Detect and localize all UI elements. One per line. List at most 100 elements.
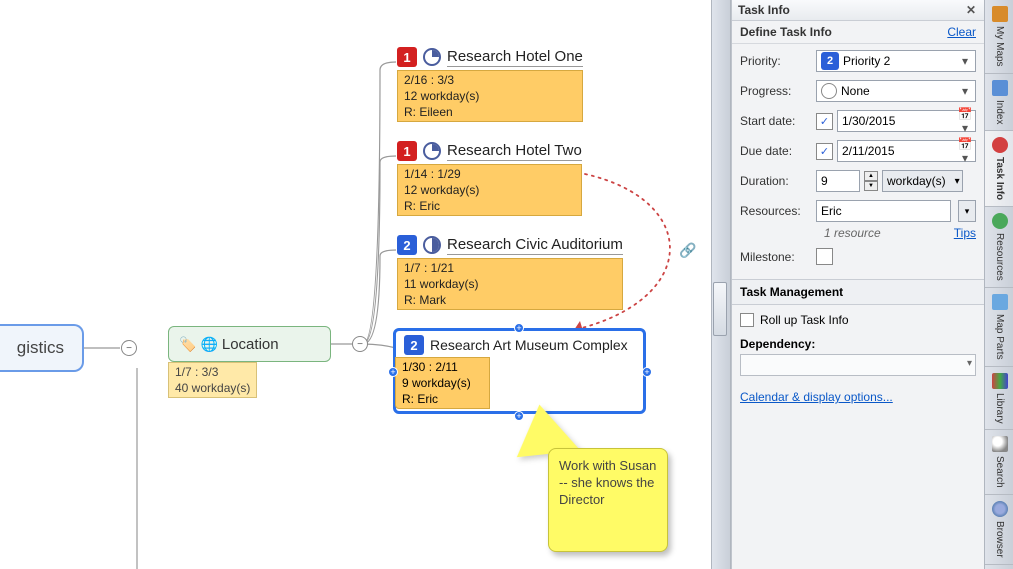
tab-label: Browser: [994, 521, 1005, 558]
clear-link[interactable]: Clear: [947, 25, 976, 39]
root-workdays: 40 workday(s): [175, 380, 250, 396]
root-label: gistics: [17, 338, 64, 358]
progress-label: Progress:: [740, 84, 816, 98]
task-workdays: 12 workday(s): [404, 88, 576, 104]
duration-unit-dropdown[interactable]: workday(s) ▾: [882, 170, 963, 192]
root-dates: 1/7 : 3/3: [175, 364, 250, 380]
tab-label: My Maps: [994, 26, 1005, 67]
milestone-checkbox[interactable]: ✓: [816, 248, 833, 265]
collapse-toggle-root[interactable]: −: [121, 340, 137, 356]
tab-my-maps[interactable]: My Maps: [985, 0, 1013, 74]
callout-note[interactable]: Work with Susan -- she knows the Directo…: [548, 448, 668, 552]
due-date-checkbox[interactable]: ✓: [816, 143, 833, 160]
rollup-checkbox[interactable]: [740, 313, 754, 327]
task-node[interactable]: 1 Research Hotel Two 1/14 : 1/29 12 work…: [397, 138, 582, 216]
resources-icon: [992, 213, 1008, 229]
drag-handle[interactable]: +: [514, 323, 524, 333]
location-node[interactable]: 🏷️ 🌐 Location: [168, 326, 331, 362]
task-title: Research Hotel One: [447, 48, 583, 67]
task-node[interactable]: 2 Research Civic Auditorium 1/7 : 1/21 1…: [397, 232, 623, 310]
drag-handle[interactable]: +: [642, 367, 652, 377]
calendar-icon[interactable]: 📅▾: [957, 107, 973, 135]
tab-library[interactable]: Library: [985, 367, 1013, 431]
map-parts-icon: [992, 294, 1008, 310]
priority-icon: 1: [397, 47, 417, 67]
drag-handle[interactable]: +: [388, 367, 398, 377]
task-title: Research Civic Auditorium: [447, 236, 623, 255]
task-info-icon: [992, 137, 1008, 153]
resources-input[interactable]: [816, 200, 951, 222]
chevron-down-icon: ▾: [957, 54, 973, 68]
priority-value: Priority 2: [843, 54, 890, 68]
calendar-options-link[interactable]: Calendar & display options...: [740, 390, 893, 404]
rollup-label: Roll up Task Info: [760, 313, 849, 327]
duration-spinner[interactable]: ▲▼: [864, 171, 878, 191]
tips-link[interactable]: Tips: [954, 226, 976, 240]
panel-title: Task Info: [738, 3, 790, 17]
location-label: Location: [222, 336, 279, 353]
panel-subtitle: Define Task Info: [740, 25, 832, 39]
due-date-input[interactable]: 2/11/2015 📅▾: [837, 140, 976, 162]
progress-none-icon: [821, 83, 837, 99]
due-date-label: Due date:: [740, 144, 816, 158]
task-workdays: 12 workday(s): [404, 182, 575, 198]
search-icon: [992, 436, 1008, 452]
dependency-dropdown[interactable]: ▾: [740, 354, 976, 376]
task-node[interactable]: 1 Research Hotel One 2/16 : 3/3 12 workd…: [397, 44, 583, 122]
tab-label: Index: [994, 100, 1005, 124]
priority-chip-icon: 2: [821, 52, 839, 70]
task-resource: R: Eric: [404, 198, 575, 214]
index-icon: [992, 80, 1008, 96]
tab-label: Search: [994, 456, 1005, 488]
duration-unit-value: workday(s): [887, 174, 946, 188]
mindmap-canvas[interactable]: gistics − 🏷️ 🌐 Location 1/7 : 3/3 40 wor…: [0, 0, 731, 569]
tab-map-parts[interactable]: Map Parts: [985, 288, 1013, 367]
resources-dropdown-button[interactable]: ▾: [958, 200, 976, 222]
tab-task-info[interactable]: Task Info: [985, 131, 1013, 207]
maps-icon: [992, 6, 1008, 22]
root-node[interactable]: gistics: [0, 324, 84, 372]
priority-icon: 2: [397, 235, 417, 255]
dependency-label: Dependency:: [740, 337, 976, 351]
duration-input[interactable]: [816, 170, 860, 192]
selected-resource: R: Eric: [402, 391, 483, 407]
selected-workdays: 9 workday(s): [402, 375, 483, 391]
selected-task-node[interactable]: + + + + 2 Research Art Museum Complex 1/…: [393, 328, 646, 414]
tab-browser[interactable]: Browser: [985, 495, 1013, 565]
tab-index[interactable]: Index: [985, 74, 1013, 131]
relationship-icon[interactable]: 🔗: [679, 242, 696, 259]
task-resource: R: Eileen: [404, 104, 576, 120]
priority-label: Priority:: [740, 54, 816, 68]
progress-icon: [423, 236, 441, 254]
duration-field[interactable]: [821, 174, 855, 188]
calendar-icon[interactable]: 📅▾: [957, 137, 973, 165]
task-management-header: Task Management: [732, 279, 984, 305]
pane-grip[interactable]: [713, 282, 727, 336]
tab-search[interactable]: Search: [985, 430, 1013, 495]
progress-icon: [423, 48, 441, 66]
library-icon: [992, 373, 1008, 389]
task-detail: 2/16 : 3/3 12 workday(s) R: Eileen: [397, 70, 583, 122]
task-info-panel: Task Info ✕ Define Task Info Clear Prior…: [731, 0, 984, 569]
start-date-input[interactable]: 1/30/2015 📅▾: [837, 110, 976, 132]
progress-dropdown[interactable]: None ▾: [816, 80, 976, 102]
chevron-down-icon: ▾: [967, 358, 972, 369]
start-date-checkbox[interactable]: ✓: [816, 113, 833, 130]
tab-label: Task Info: [994, 157, 1005, 200]
due-date-value: 2/11/2015: [842, 144, 895, 158]
selected-task-detail: 1/30 : 2/11 9 workday(s) R: Eric: [395, 357, 490, 409]
chevron-down-icon: ▾: [955, 176, 960, 187]
collapse-toggle-location[interactable]: −: [352, 336, 368, 352]
tab-label: Map Parts: [994, 314, 1005, 360]
start-date-value: 1/30/2015: [842, 114, 895, 128]
priority-icon: 1: [397, 141, 417, 161]
task-resource: R: Mark: [404, 292, 616, 308]
tab-resources[interactable]: Resources: [985, 207, 1013, 288]
priority-dropdown[interactable]: 2 Priority 2 ▾: [816, 50, 976, 72]
close-icon[interactable]: ✕: [964, 3, 978, 17]
task-dates: 2/16 : 3/3: [404, 72, 576, 88]
tab-label: Library: [994, 393, 1005, 424]
rollup-row[interactable]: Roll up Task Info: [732, 305, 984, 337]
resources-field[interactable]: [821, 204, 946, 218]
priority-icon: 2: [404, 335, 424, 355]
